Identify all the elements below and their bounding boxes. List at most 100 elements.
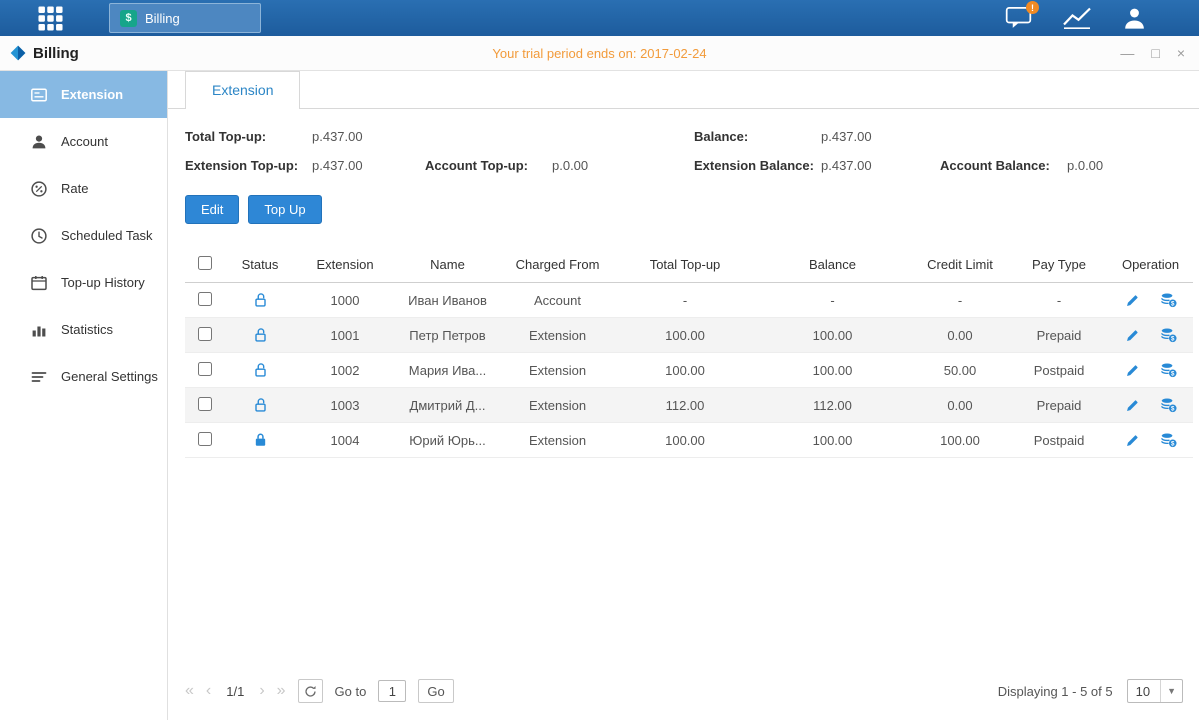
sidebar-item-scheduled-task[interactable]: Scheduled Task [0, 212, 167, 259]
header-credit-limit: Credit Limit [910, 246, 1010, 283]
next-page-button[interactable]: › [259, 683, 264, 699]
operation-cell: $ [1108, 283, 1193, 318]
minimize-button[interactable]: — [1120, 46, 1134, 60]
summary-account-topup: Account Top-up: p.0.00 [425, 158, 694, 173]
svg-text:$: $ [1171, 335, 1175, 342]
sidebar-item-statistics[interactable]: Statistics [0, 306, 167, 353]
page-size-select[interactable]: 10 ▼ [1127, 679, 1183, 703]
edit-icon[interactable] [1125, 293, 1140, 308]
header-name: Name [395, 246, 500, 283]
pay-type-cell: Prepaid [1010, 318, 1108, 353]
goto-label: Go to [335, 684, 367, 699]
last-page-button[interactable]: » [277, 683, 286, 699]
sidebar-item-topup-history[interactable]: Top-up History [0, 259, 167, 306]
sidebar-item-rate[interactable]: Rate [0, 165, 167, 212]
extension-cell: 1000 [295, 283, 395, 318]
unlocked-icon [253, 362, 268, 378]
maximize-button[interactable]: □ [1151, 46, 1159, 60]
summary-account-balance: Account Balance: p.0.00 [940, 158, 1185, 173]
row-checkbox[interactable] [198, 362, 212, 376]
sidebar-item-label: Rate [61, 181, 88, 196]
sidebar-item-general-settings[interactable]: General Settings [0, 353, 167, 400]
edit-icon[interactable] [1125, 398, 1140, 413]
total-topup-cell: 100.00 [615, 423, 755, 458]
summary-label: Extension Balance: [694, 158, 821, 173]
displaying-text: Displaying 1 - 5 of 5 [998, 684, 1113, 699]
name-cell: Юрий Юрь... [395, 423, 500, 458]
action-buttons: Edit Top Up [185, 195, 1185, 224]
row-checkbox[interactable] [198, 397, 212, 411]
header-charged-from: Charged From [500, 246, 615, 283]
sidebar-item-account[interactable]: Account [0, 118, 167, 165]
reports-button[interactable] [1062, 6, 1092, 30]
rate-icon [30, 180, 48, 198]
credit-limit-cell: - [910, 283, 1010, 318]
messages-button[interactable]: ! [1005, 6, 1032, 30]
edit-icon[interactable] [1125, 433, 1140, 448]
edit-icon[interactable] [1125, 363, 1140, 378]
extension-cell: 1002 [295, 353, 395, 388]
balance-cell: 100.00 [755, 318, 910, 353]
tab-extension[interactable]: Extension [185, 71, 300, 109]
first-page-button[interactable]: « [185, 683, 194, 699]
sidebar-item-label: Scheduled Task [61, 228, 153, 243]
row-checkbox[interactable] [198, 327, 212, 341]
header-status: Status [225, 246, 295, 283]
status-cell [225, 353, 295, 388]
table-row: 1004 Юрий Юрь... Extension 100.00 100.00… [185, 423, 1193, 458]
svg-text:$: $ [1171, 440, 1175, 447]
goto-page-input[interactable] [378, 680, 406, 702]
row-topup-icon[interactable]: $ [1160, 292, 1177, 308]
summary-value: p.0.00 [552, 158, 588, 173]
settings-lines-icon [30, 368, 48, 386]
row-topup-icon[interactable]: $ [1160, 327, 1177, 343]
svg-text:$: $ [1171, 405, 1175, 412]
prev-page-button[interactable]: ‹ [206, 683, 211, 699]
clock-icon [30, 227, 48, 245]
summary-value: p.437.00 [821, 129, 872, 144]
balance-cell: 112.00 [755, 388, 910, 423]
table-row: 1002 Мария Ива... Extension 100.00 100.0… [185, 353, 1193, 388]
pay-type-cell: Prepaid [1010, 388, 1108, 423]
summary-balance: Balance: p.437.00 [694, 129, 940, 144]
select-all-checkbox[interactable] [198, 256, 212, 270]
top-up-button[interactable]: Top Up [248, 195, 321, 224]
billing-logo-icon [10, 45, 26, 61]
summary-value: p.437.00 [312, 158, 363, 173]
close-button[interactable]: × [1177, 46, 1185, 60]
sidebar: Extension Account Rate Scheduled Task [0, 71, 168, 720]
edit-icon[interactable] [1125, 328, 1140, 343]
sidebar-item-extension[interactable]: Extension [0, 71, 167, 118]
extension-cell: 1004 [295, 423, 395, 458]
summary-total-topup: Total Top-up: p.437.00 [185, 129, 425, 144]
window-controls: — □ × [1120, 46, 1185, 60]
go-button[interactable]: Go [418, 679, 453, 703]
user-menu-button[interactable] [1122, 6, 1147, 31]
row-topup-icon[interactable]: $ [1160, 362, 1177, 378]
account-icon [30, 133, 48, 151]
row-checkbox[interactable] [198, 292, 212, 306]
operation-cell: $ [1108, 388, 1193, 423]
refresh-button[interactable] [298, 679, 323, 703]
extension-cell: 1001 [295, 318, 395, 353]
operation-cell: $ [1108, 423, 1193, 458]
row-topup-icon[interactable]: $ [1160, 432, 1177, 448]
window-title: Billing [33, 45, 79, 62]
pay-type-cell: Postpaid [1010, 423, 1108, 458]
row-topup-icon[interactable]: $ [1160, 397, 1177, 413]
header-extension: Extension [295, 246, 395, 283]
charged-from-cell: Extension [500, 423, 615, 458]
sidebar-item-label: General Settings [61, 369, 158, 384]
row-checkbox[interactable] [198, 432, 212, 446]
pagination-right: Displaying 1 - 5 of 5 10 ▼ [998, 679, 1185, 703]
edit-button[interactable]: Edit [185, 195, 239, 224]
app-launcher-button[interactable] [38, 6, 63, 31]
caret-down-icon: ▼ [1160, 680, 1182, 702]
sidebar-item-label: Statistics [61, 322, 113, 337]
topbar-billing-tab[interactable]: $ Billing [109, 3, 261, 33]
name-cell: Дмитрий Д... [395, 388, 500, 423]
header-pay-type: Pay Type [1010, 246, 1108, 283]
operation-cell: $ [1108, 318, 1193, 353]
refresh-icon [304, 685, 317, 698]
tabstrip: Extension [168, 71, 1199, 109]
